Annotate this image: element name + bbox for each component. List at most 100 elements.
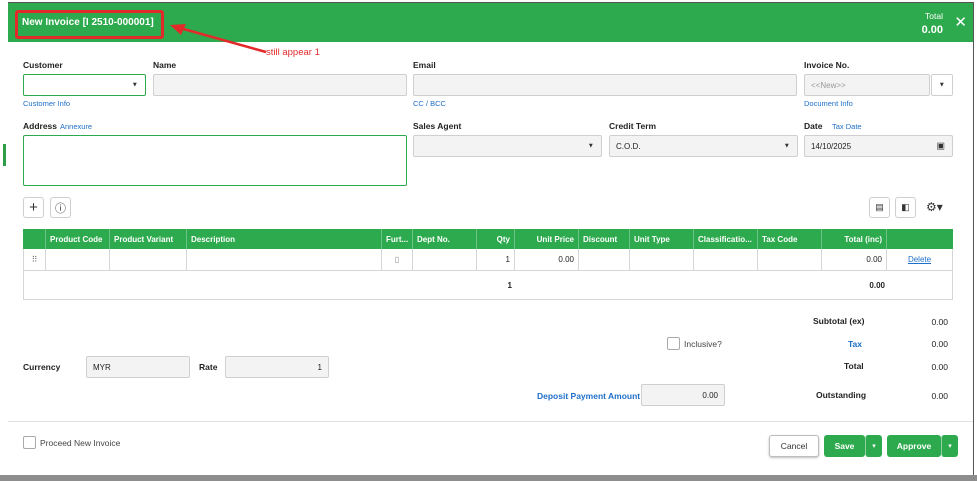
email-label: Email <box>413 60 436 70</box>
background-bottom-strip <box>0 475 977 481</box>
rate-field[interactable]: 1 <box>225 356 329 378</box>
proceed-checkbox[interactable] <box>23 436 36 449</box>
background-accent <box>3 144 6 166</box>
col-total-inc[interactable]: Total (inc) <box>822 229 887 249</box>
rate-label: Rate <box>199 362 218 372</box>
chevron-down-icon: ▼ <box>587 142 594 150</box>
col-description[interactable]: Description <box>187 229 382 249</box>
credit-term-select[interactable]: C.O.D. ▼ <box>609 135 798 157</box>
invoice-no-placeholder: <<New>> <box>811 80 846 90</box>
cell-tax-code[interactable] <box>758 249 822 270</box>
copy-icon[interactable]: ◧ <box>895 197 916 218</box>
cell-total[interactable]: 0.00 <box>822 249 887 270</box>
clipboard-icon[interactable]: ▯ <box>382 249 413 270</box>
approve-dropdown-chevron-icon[interactable]: ▾ <box>941 435 958 457</box>
date-label: Date <box>804 121 823 131</box>
col-tax-code[interactable]: Tax Code <box>758 229 822 249</box>
name-field[interactable] <box>153 74 407 96</box>
cell-product-code[interactable] <box>46 249 110 270</box>
header-total-label: Total <box>925 11 943 21</box>
footer-qty-total: 1 <box>507 280 512 290</box>
save-dropdown-chevron-icon[interactable]: ▾ <box>865 435 882 457</box>
annotation-text: still appear 1 <box>266 47 320 58</box>
tax-link[interactable]: Tax <box>848 339 862 349</box>
total-label: Total <box>844 361 864 371</box>
invoice-no-dropdown[interactable]: ▼ <box>931 74 953 96</box>
outstanding-label: Outstanding <box>816 390 867 400</box>
close-icon[interactable]: ✕ <box>954 13 967 31</box>
dialog-title: New Invoice [I 2510-000001] <box>15 10 164 39</box>
annotation-arrow <box>170 24 267 54</box>
tax-date-link[interactable]: Tax Date <box>832 122 862 131</box>
cc-bcc-link[interactable]: CC / BCC <box>413 99 446 108</box>
header-total-value: 0.00 <box>921 24 943 36</box>
table-row: ⠿ ▯ 1 0.00 0.00 Delete <box>23 249 953 271</box>
footer-amount-total: 0.00 <box>869 280 885 290</box>
invoice-no-field[interactable]: <<New>> <box>804 74 930 96</box>
cell-unit-price[interactable]: 0.00 <box>515 249 579 270</box>
col-product-variant[interactable]: Product Variant <box>110 229 187 249</box>
email-field[interactable] <box>413 74 797 96</box>
date-value: 14/10/2025 <box>811 141 852 151</box>
sales-agent-select[interactable]: ▼ <box>413 135 602 157</box>
inclusive-label: Inclusive? <box>684 339 722 349</box>
customer-select[interactable]: ▼ <box>23 74 146 96</box>
currency-label: Currency <box>23 362 61 372</box>
calendar-icon[interactable]: ▣ <box>936 141 945 152</box>
col-classification[interactable]: Classificatio... <box>694 229 758 249</box>
delete-link[interactable]: Delete <box>887 249 953 270</box>
cell-description[interactable] <box>187 249 382 270</box>
invoice-no-label: Invoice No. <box>804 60 850 70</box>
col-qty[interactable]: Qty <box>477 229 515 249</box>
cell-qty[interactable]: 1 <box>477 249 515 270</box>
credit-term-value: C.O.D. <box>616 141 641 151</box>
invoice-grid: Product Code Product Variant Description… <box>23 229 953 300</box>
currency-field[interactable]: MYR <box>86 356 190 378</box>
col-product-code[interactable]: Product Code <box>46 229 110 249</box>
col-unit-type[interactable]: Unit Type <box>630 229 694 249</box>
approve-button[interactable]: Approve <box>887 435 941 457</box>
grid-header-handle <box>23 229 46 249</box>
cell-product-variant[interactable] <box>110 249 187 270</box>
cell-discount[interactable] <box>579 249 630 270</box>
annexure-link[interactable]: Annexure <box>60 122 92 131</box>
deposit-value: 0.00 <box>702 390 718 400</box>
col-discount[interactable]: Discount <box>579 229 630 249</box>
date-field[interactable]: 14/10/2025 ▣ <box>804 135 953 157</box>
address-field[interactable] <box>23 135 407 186</box>
document-info-link[interactable]: Document Info <box>804 99 853 108</box>
col-actions <box>887 229 953 249</box>
subtotal-value: 0.00 <box>931 317 948 327</box>
outstanding-value: 0.00 <box>931 391 948 401</box>
rate-value: 1 <box>317 362 322 372</box>
cancel-button[interactable]: Cancel <box>769 435 819 457</box>
cell-classification[interactable] <box>694 249 758 270</box>
gear-icon[interactable]: ⚙▾ <box>926 200 943 214</box>
address-label: Address <box>23 121 58 131</box>
document-icon[interactable]: ▤ <box>869 197 890 218</box>
deposit-link[interactable]: Deposit Payment Amount <box>537 391 640 401</box>
cell-unit-type[interactable] <box>630 249 694 270</box>
deposit-field[interactable]: 0.00 <box>641 384 725 406</box>
customer-info-link[interactable]: Customer Info <box>23 99 70 108</box>
inclusive-checkbox[interactable] <box>667 337 680 350</box>
save-button[interactable]: Save <box>824 435 865 457</box>
proceed-label: Proceed New Invoice <box>40 438 121 448</box>
chevron-down-icon: ▼ <box>131 81 138 89</box>
grid-footer: 1 0.00 <box>23 271 953 300</box>
drag-handle-icon[interactable]: ⠿ <box>24 249 46 270</box>
col-further[interactable]: Furt... <box>382 229 413 249</box>
sales-agent-label: Sales Agent <box>413 121 462 131</box>
plus-icon[interactable]: + <box>23 197 44 218</box>
currency-value: MYR <box>93 362 111 372</box>
customer-label: Customer <box>23 60 63 70</box>
cell-dept-no[interactable] <box>413 249 477 270</box>
background-strip <box>0 0 8 481</box>
col-dept-no[interactable]: Dept No. <box>413 229 477 249</box>
credit-term-label: Credit Term <box>609 121 657 131</box>
col-unit-price[interactable]: Unit Price <box>515 229 579 249</box>
footer-divider <box>8 421 973 422</box>
info-icon[interactable]: ⓘ <box>50 197 71 218</box>
chevron-down-icon: ▼ <box>938 81 945 89</box>
subtotal-label: Subtotal (ex) <box>813 316 865 326</box>
